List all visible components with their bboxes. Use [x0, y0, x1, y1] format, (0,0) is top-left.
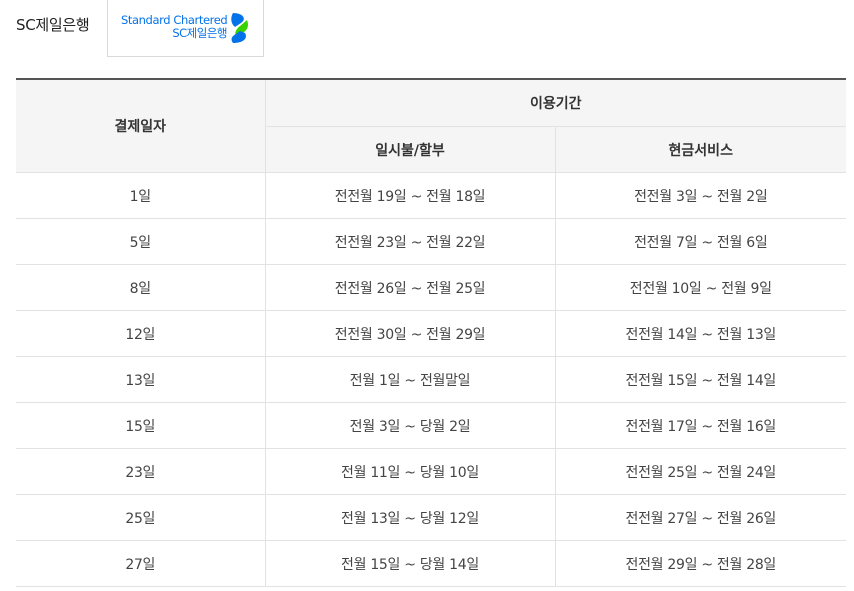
table-row: 15일 전월 3일 ~ 당월 2일 전전월 17일 ~ 전월 16일 — [16, 402, 846, 449]
col-header-cash: 현금서비스 — [554, 126, 846, 173]
table-row: 23일 전월 11일 ~ 당월 10일 전전월 25일 ~ 전월 24일 — [16, 448, 846, 495]
bank-name: SC제일은행 — [16, 16, 90, 34]
cell-payment-date: 8일 — [16, 264, 265, 311]
cell-cash-period: 전전월 25일 ~ 전월 24일 — [554, 448, 846, 495]
cell-cash-period: 전전월 29일 ~ 전월 28일 — [554, 540, 846, 587]
cell-lumpsum-period: 전월 15일 ~ 당월 14일 — [264, 540, 555, 587]
logo-wordmark: Standard Chartered SC제일은행 — [121, 14, 228, 40]
col-header-payment-date: 결제일자 — [16, 79, 265, 173]
cell-payment-date: 13일 — [16, 356, 265, 403]
cell-cash-period: 전전월 14일 ~ 전월 13일 — [554, 310, 846, 357]
cell-cash-period: 전전월 27일 ~ 전월 26일 — [554, 494, 846, 541]
table-row: 25일 전월 13일 ~ 당월 12일 전전월 27일 ~ 전월 26일 — [16, 494, 846, 541]
cell-cash-period: 전전월 7일 ~ 전월 6일 — [554, 218, 846, 265]
cell-lumpsum-period: 전전월 30일 ~ 전월 29일 — [264, 310, 555, 357]
cell-payment-date: 15일 — [16, 402, 265, 449]
cell-payment-date: 12일 — [16, 310, 265, 357]
cell-cash-period: 전전월 15일 ~ 전월 14일 — [554, 356, 846, 403]
cell-payment-date: 25일 — [16, 494, 265, 541]
table-row: 8일 전전월 26일 ~ 전월 25일 전전월 10일 ~ 전월 9일 — [16, 264, 846, 311]
table-row: 5일 전전월 23일 ~ 전월 22일 전전월 7일 ~ 전월 6일 — [16, 218, 846, 265]
cell-cash-period: 전전월 17일 ~ 전월 16일 — [554, 402, 846, 449]
table-row: 1일 전전월 19일 ~ 전월 18일 전전월 3일 ~ 전월 2일 — [16, 172, 846, 219]
cell-payment-date: 27일 — [16, 540, 265, 587]
col-header-period: 이용기간 — [264, 79, 846, 127]
cell-cash-period: 전전월 10일 ~ 전월 9일 — [554, 264, 846, 311]
cell-payment-date: 5일 — [16, 218, 265, 265]
cell-lumpsum-period: 전월 3일 ~ 당월 2일 — [264, 402, 555, 449]
logo-text-ko: SC제일은행 — [172, 26, 227, 40]
table-row: 13일 전월 1일 ~ 전월말일 전전월 15일 ~ 전월 14일 — [16, 356, 846, 403]
cell-payment-date: 1일 — [16, 172, 265, 219]
bank-logo: Standard Chartered SC제일은행 — [107, 0, 264, 57]
cell-cash-period: 전전월 3일 ~ 전월 2일 — [554, 172, 846, 219]
cell-lumpsum-period: 전전월 23일 ~ 전월 22일 — [264, 218, 555, 265]
cell-lumpsum-period: 전월 1일 ~ 전월말일 — [264, 356, 555, 403]
col-header-lumpsum: 일시불/할부 — [264, 126, 555, 173]
cell-lumpsum-period: 전전월 19일 ~ 전월 18일 — [264, 172, 555, 219]
cell-lumpsum-period: 전월 11일 ~ 당월 10일 — [264, 448, 555, 495]
cell-lumpsum-period: 전전월 26일 ~ 전월 25일 — [264, 264, 555, 311]
cell-lumpsum-period: 전월 13일 ~ 당월 12일 — [264, 494, 555, 541]
cell-payment-date: 23일 — [16, 448, 265, 495]
table-row: 27일 전월 15일 ~ 당월 14일 전전월 29일 ~ 전월 28일 — [16, 540, 846, 587]
payment-period-table: 결제일자 이용기간 일시불/할부 현금서비스 1일 전전월 19일 ~ 전월 1… — [16, 78, 846, 587]
standard-chartered-logo-icon — [231, 13, 248, 43]
table-row: 12일 전전월 30일 ~ 전월 29일 전전월 14일 ~ 전월 13일 — [16, 310, 846, 357]
